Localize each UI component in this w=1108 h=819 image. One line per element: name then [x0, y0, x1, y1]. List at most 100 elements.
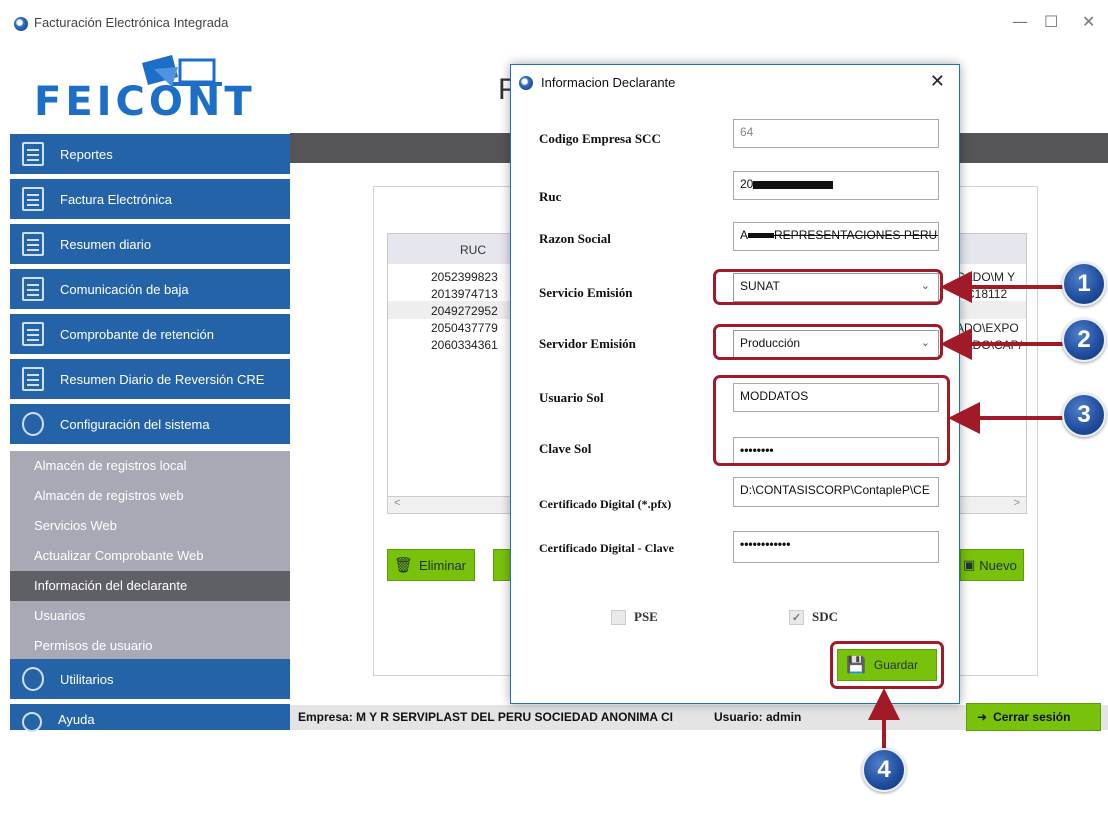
subnav-permisos[interactable]: Permisos de usuario — [10, 631, 290, 661]
subnav-declarante[interactable]: Información del declarante — [10, 571, 290, 601]
clave-sol-label: Clave Sol — [539, 441, 592, 456]
app-icon — [14, 17, 28, 31]
cerrar-sesion-label: Cerrar sesión — [993, 710, 1071, 724]
edit-button[interactable] — [493, 549, 511, 581]
callout-badge-1: 1 — [1062, 262, 1106, 306]
sidebar-item-label: Resumen Diario de Reversión CRE — [60, 371, 265, 387]
table-row[interactable]: 2049272952 — [431, 304, 498, 318]
certificado-clave-field[interactable]: •••••••••••• — [733, 531, 939, 563]
razon-value-prefix: A — [740, 228, 749, 242]
column-ruc[interactable]: RUC — [460, 243, 486, 257]
dialog-close-button[interactable]: ✕ — [930, 71, 945, 92]
certificado-label: Certificado Digital (*.pfx) — [539, 497, 672, 511]
ruc-value: 20 — [740, 177, 754, 191]
servicio-label: Servicio Emisión — [539, 285, 633, 300]
ruc-field[interactable]: 20 — [733, 171, 939, 200]
logout-icon: ➜ — [977, 710, 988, 724]
pse-checkbox[interactable]: PSE — [611, 609, 658, 625]
sidebar-item-label: Comprobante de retención — [60, 326, 214, 342]
subnav-actualizar[interactable]: Actualizar Comprobante Web — [10, 541, 290, 571]
cerrar-sesion-button[interactable]: ➜ Cerrar sesión — [966, 703, 1101, 731]
document-icon — [22, 367, 44, 391]
sidebar-item-reportes[interactable]: Reportes — [10, 134, 290, 176]
table-cell-path: CADO\CAP/ — [956, 338, 1023, 352]
table-row[interactable]: 2013974713 — [431, 287, 498, 301]
checkmark-icon[interactable]: ✓ — [789, 609, 804, 625]
minimize-button[interactable]: — — [1012, 12, 1028, 31]
nuevo-button[interactable]: ▣ Nuevo — [960, 549, 1024, 581]
razon-value-suffix: REPRESENTACIONES PERU S — [774, 228, 939, 242]
sidebar-item-utilitarios[interactable]: Utilitarios — [10, 659, 290, 701]
eliminar-label: Eliminar — [419, 557, 467, 573]
certificado-clave-label: Certificado Digital - Clave — [539, 541, 674, 555]
table-row[interactable]: 2060334361 — [431, 338, 498, 352]
sidebar-item-factura[interactable]: Factura Electrónica — [10, 179, 290, 221]
sdc-label: SDC — [812, 609, 839, 624]
eliminar-button[interactable]: 🗑 Eliminar — [387, 549, 475, 581]
subnav-usuarios[interactable]: Usuarios — [10, 601, 290, 631]
help-icon — [22, 712, 42, 732]
sidebar-item-configuracion[interactable]: Configuración del sistema — [10, 404, 290, 446]
callout-badge-4: 4 — [862, 748, 906, 792]
table-cell-path: ADO\EXPO — [956, 321, 1019, 335]
sidebar-item-label: Reportes — [60, 146, 113, 162]
empresa-status: Empresa: M Y R SERVIPLAST DEL PERU SOCIE… — [298, 710, 673, 724]
calendar-icon — [22, 277, 44, 301]
callout-badge-2: 2 — [1062, 318, 1106, 362]
summary-icon — [22, 232, 44, 256]
sidebar-item-retencion[interactable]: Comprobante de retención — [10, 314, 290, 356]
codigo-field[interactable]: 64 — [733, 119, 939, 148]
highlight-servicio — [713, 269, 943, 305]
sidebar-item-label: Factura Electrónica — [60, 191, 172, 207]
sidebar-item-label: Comunicación de baja — [60, 281, 189, 297]
window-title: Facturación Electrónica Integrada — [34, 15, 229, 30]
redaction-bar — [753, 180, 834, 189]
razon-label: Razon Social — [539, 231, 611, 246]
sdc-checkbox[interactable]: ✓ SDC — [789, 609, 838, 625]
usuario-status: Usuario: admin — [714, 710, 802, 724]
codigo-label: Codigo Empresa SCC — [539, 131, 661, 146]
table-cell-path: CADO\M Y — [956, 270, 1016, 284]
report-icon — [22, 142, 44, 166]
gears-icon — [22, 412, 44, 436]
sidebar: Reportes Factura Electrónica Resumen dia… — [10, 132, 290, 732]
table-row[interactable]: 2050437779 — [431, 321, 498, 335]
title-bar: Facturación Electrónica Integrada — ☐ ✕ — [0, 0, 1108, 50]
close-window-button[interactable]: ✕ — [1082, 12, 1095, 31]
maximize-button[interactable]: ☐ — [1044, 12, 1058, 31]
razon-social-field[interactable]: A REPRESENTACIONES PERU S — [733, 222, 939, 251]
sidebar-item-baja[interactable]: Comunicación de baja — [10, 269, 290, 311]
percent-icon — [22, 322, 44, 346]
app-icon — [519, 76, 533, 90]
sidebar-item-resumen[interactable]: Resumen diario — [10, 224, 290, 266]
subnav-servicios-web[interactable]: Servicios Web — [10, 511, 290, 541]
sidebar-item-label: Utilitarios — [60, 671, 114, 687]
highlight-guardar — [830, 641, 944, 689]
logo-text: FEICONT — [34, 79, 256, 125]
dialog-title: Informacion Declarante — [541, 75, 676, 90]
subnav-almacen-web[interactable]: Almacén de registros web — [10, 481, 290, 511]
nuevo-label: Nuevo — [979, 557, 1017, 573]
redaction-bar — [748, 233, 775, 239]
sidebar-item-ayuda[interactable]: Ayuda — [10, 704, 290, 732]
ruc-label: Ruc — [539, 189, 562, 204]
scroll-left-icon[interactable]: < — [394, 497, 400, 509]
servidor-label: Servidor Emisión — [539, 336, 636, 351]
sidebar-item-label: Configuración del sistema — [60, 416, 210, 432]
subnav-almacen-local[interactable]: Almacén de registros local — [10, 451, 290, 481]
scroll-right-icon[interactable]: > — [1014, 497, 1020, 509]
invoice-icon — [22, 187, 44, 211]
new-file-icon: ▣ — [963, 557, 976, 572]
sidebar-item-reversion[interactable]: Resumen Diario de Reversión CRE — [10, 359, 290, 401]
callout-badge-3: 3 — [1062, 393, 1106, 437]
table-row[interactable]: 2052399823 — [431, 270, 498, 284]
feicont-logo: FEICONT — [34, 55, 252, 125]
usuario-sol-label: Usuario Sol — [539, 390, 604, 405]
pse-label: PSE — [634, 609, 658, 624]
table-cell-path: n\C18112 — [956, 287, 1008, 301]
certificado-field[interactable]: D:\CONTASISCORP\ContapleP\CE — [733, 477, 939, 507]
trash-icon: 🗑 — [394, 557, 414, 574]
highlight-credentials — [713, 375, 950, 466]
checkbox-box[interactable] — [611, 609, 626, 625]
tools-icon — [22, 667, 44, 691]
